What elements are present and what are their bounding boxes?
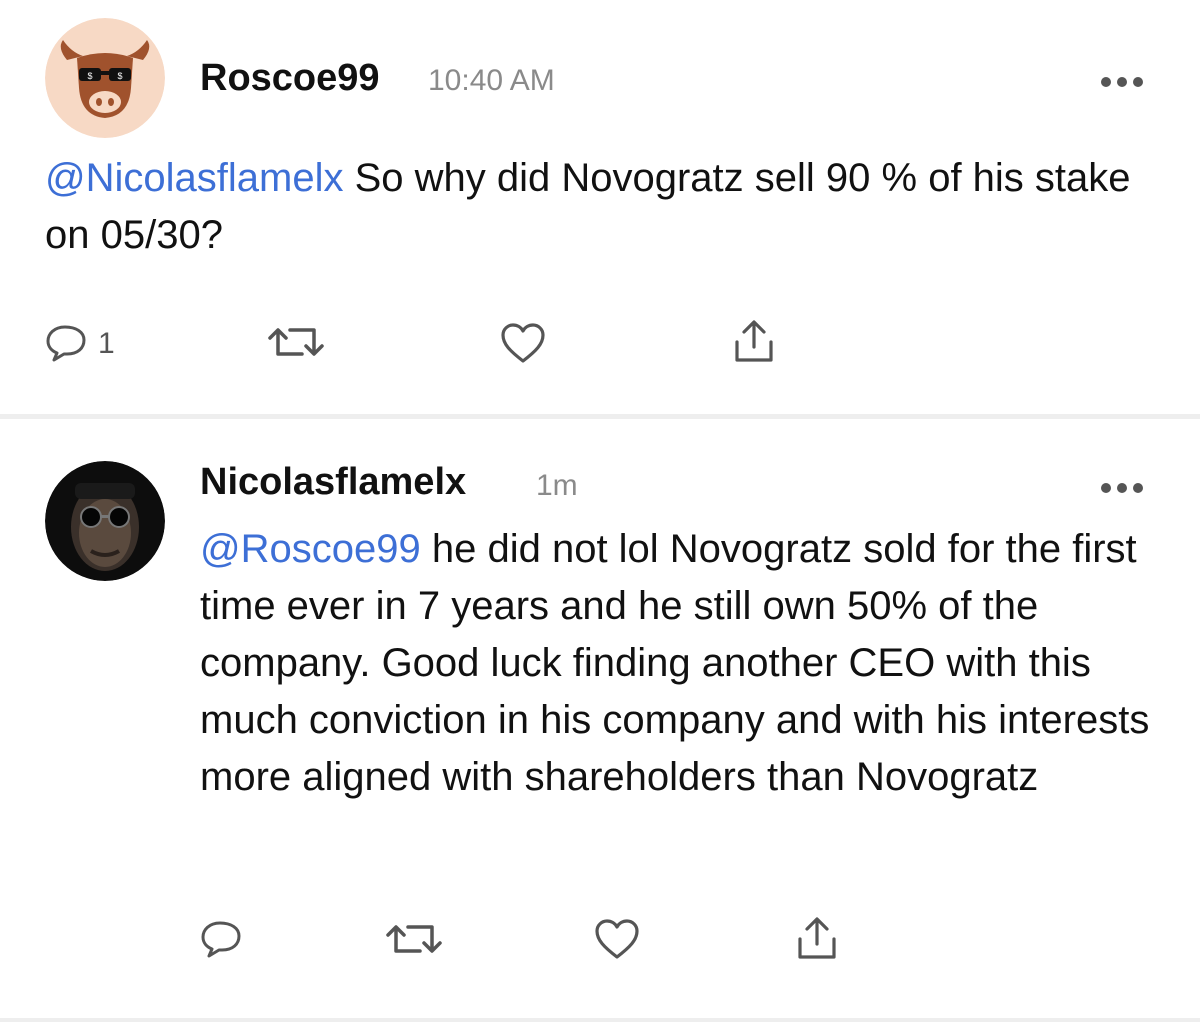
- repost-button[interactable]: [268, 322, 324, 362]
- username[interactable]: Nicolasflamelx: [200, 461, 466, 504]
- like-button[interactable]: [500, 322, 546, 364]
- post: $ $ Roscoe99 10:40 AM @Nicolasflamelx So…: [0, 0, 1200, 416]
- post-divider: [0, 1018, 1200, 1022]
- more-dots-icon: [1101, 77, 1143, 87]
- share-button[interactable]: [731, 318, 777, 364]
- more-options-button[interactable]: [1092, 478, 1152, 498]
- bull-with-sunglasses-avatar: $ $: [45, 18, 165, 138]
- repost-icon: [268, 328, 324, 356]
- user-avatar[interactable]: [45, 461, 165, 581]
- post: Nicolasflamelx 1m @Roscoe99 he did not l…: [0, 419, 1200, 1022]
- reply-button[interactable]: [45, 323, 89, 363]
- share-icon: [798, 917, 836, 959]
- mention-link[interactable]: @Nicolasflamelx: [45, 156, 343, 200]
- share-button[interactable]: [794, 915, 840, 961]
- repost-button[interactable]: [386, 919, 442, 959]
- reply-icon: [46, 325, 86, 362]
- reply-button[interactable]: [200, 919, 244, 959]
- like-button[interactable]: [594, 918, 640, 960]
- more-options-button[interactable]: [1092, 72, 1152, 92]
- post-timestamp: 10:40 AM: [428, 64, 555, 97]
- username[interactable]: Roscoe99: [200, 57, 380, 100]
- like-icon: [595, 919, 639, 959]
- post-body: @Roscoe99 he did not lol Novogratz sold …: [200, 521, 1165, 806]
- svg-text:$: $: [87, 71, 92, 81]
- post-timestamp: 1m: [536, 469, 578, 502]
- mention-link[interactable]: @Roscoe99: [200, 527, 421, 571]
- more-dots-icon: [1101, 483, 1143, 493]
- man-with-sunglasses-avatar: [45, 461, 165, 581]
- like-icon: [501, 323, 545, 363]
- repost-icon: [386, 925, 442, 953]
- reply-count: 1: [98, 327, 115, 360]
- share-icon: [735, 320, 773, 362]
- user-avatar[interactable]: $ $: [45, 18, 165, 138]
- reply-icon: [201, 921, 241, 958]
- post-body: @Nicolasflamelx So why did Novogratz sel…: [45, 150, 1165, 264]
- svg-text:$: $: [117, 71, 122, 81]
